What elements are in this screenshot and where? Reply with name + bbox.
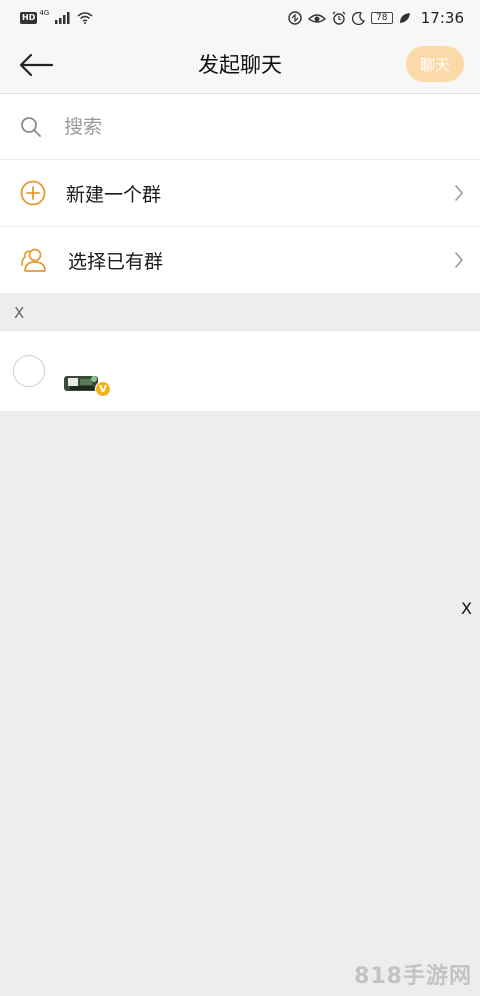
back-button[interactable] [14,48,58,82]
watermark: 818手游网 [354,964,472,989]
chat-button[interactable]: 聊天 [406,46,464,82]
choose-group-label: 选择已有群 [68,250,164,273]
chevron-right-icon [455,185,464,201]
new-group-item[interactable]: 新建一个群 [0,160,480,227]
status-left: HD 4G [20,9,93,24]
signal-icon [55,12,70,24]
moon-icon [351,11,365,25]
choose-group-item[interactable]: 选择已有群 [0,227,480,294]
arrow-left-icon [19,53,54,77]
leaf-icon [399,13,410,23]
chevron-right-icon [455,252,464,268]
group-icon [21,248,46,272]
battery-icon: 78 [370,12,393,24]
index-letter-x[interactable]: X [461,599,472,618]
clock: 17:36 [420,9,464,27]
contact-row[interactable] [0,331,480,411]
status-bar: HD 4G 78 17:36 [0,0,480,36]
search-input[interactable] [64,115,444,138]
new-group-label: 新建一个群 [66,183,162,206]
search-icon [21,116,41,137]
hd-badge: HD [20,12,38,24]
status-right: 78 17:36 [288,9,464,27]
section-header: X [0,295,480,331]
verified-badge: V [95,381,111,397]
alarm-icon [332,11,346,25]
add-circle-icon [20,180,46,206]
search-bar[interactable] [0,94,480,160]
select-radio[interactable] [13,355,45,387]
wifi-icon [77,12,93,24]
app-header: 发起聊天 聊天 [0,36,480,94]
network-type: 4G [39,9,50,17]
eye-comfort-icon [307,14,326,23]
nfc-icon [288,11,302,25]
